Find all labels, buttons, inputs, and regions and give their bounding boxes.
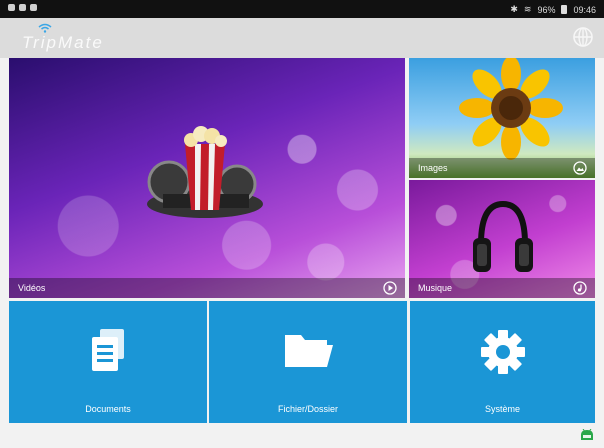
notification-icon xyxy=(19,4,26,11)
image-icon xyxy=(573,161,587,175)
images-tile[interactable]: Images xyxy=(409,58,595,178)
videos-caption: Vidéos xyxy=(9,278,405,298)
systeme-label: Système xyxy=(484,404,520,414)
notification-icon xyxy=(8,4,15,11)
bluetooth-icon: ✱ xyxy=(510,4,518,14)
videos-label: Vidéos xyxy=(18,283,46,293)
gear-icon xyxy=(480,330,525,374)
globe-icon[interactable] xyxy=(572,26,594,48)
music-note-icon xyxy=(573,281,587,295)
battery-percent: 96% xyxy=(537,4,556,15)
folder-icon xyxy=(285,335,333,367)
systeme-button[interactable]: Système xyxy=(410,301,595,423)
android-icon[interactable] xyxy=(580,429,594,441)
app-bar: TripMate xyxy=(0,18,604,58)
images-label: Images xyxy=(418,163,448,173)
battery-icon xyxy=(561,5,568,14)
notification-icon xyxy=(30,4,37,11)
fichier-dossier-label: Fichier/Dossier xyxy=(277,404,338,414)
fichier-dossier-button[interactable]: Fichier/Dossier xyxy=(209,301,407,423)
notification-icons xyxy=(8,4,37,11)
images-caption: Images xyxy=(409,158,595,178)
wifi-icon: ≋ xyxy=(523,4,532,14)
play-icon xyxy=(383,281,397,295)
status-time: 09:46 xyxy=(573,4,596,15)
headphones-image xyxy=(473,200,533,272)
app-logo: TripMate xyxy=(22,23,122,53)
music-label: Musique xyxy=(418,283,453,293)
bottom-bar xyxy=(0,424,604,448)
documents-icon xyxy=(92,329,124,371)
music-tile[interactable]: Musique xyxy=(409,180,595,298)
documents-button[interactable]: Documents xyxy=(9,301,207,423)
status-indicators: ✱ ≋ 96% 09:46 xyxy=(510,4,596,15)
videos-tile[interactable]: Vidéos xyxy=(9,58,405,298)
documents-label: Documents xyxy=(85,404,131,414)
popcorn-film-icon xyxy=(147,126,263,218)
app-title: TripMate xyxy=(22,33,104,52)
music-caption: Musique xyxy=(409,278,595,298)
wifi-logo-icon xyxy=(38,23,52,33)
status-bar: ✱ ≋ 96% 09:46 xyxy=(0,0,604,18)
